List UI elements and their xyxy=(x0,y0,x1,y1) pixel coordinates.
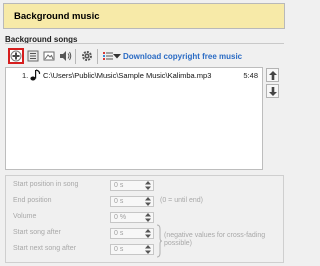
start-position-label: Start position in song xyxy=(13,181,79,188)
settings-button[interactable] xyxy=(79,48,95,64)
section-divider xyxy=(5,43,284,44)
image-icon xyxy=(43,51,55,61)
panel-title: Background music xyxy=(14,11,100,22)
start-position-value: 0 s xyxy=(114,182,124,189)
image-button[interactable] xyxy=(41,48,57,64)
start-position-spinner[interactable]: 0 s xyxy=(110,180,154,191)
start-next-song-after-label: Start next song after xyxy=(13,245,77,252)
start-song-after-value: 0 s xyxy=(114,230,124,237)
song-duration: 5:48 xyxy=(243,71,258,80)
spinner-arrows-icon[interactable] xyxy=(145,213,151,222)
start-song-after-spinner[interactable]: 0 s xyxy=(110,228,154,239)
end-position-label: End position xyxy=(13,197,52,204)
speaker-icon xyxy=(59,51,71,61)
move-up-button[interactable] xyxy=(266,68,279,82)
spinner-arrows-icon[interactable] xyxy=(145,245,151,254)
song-index: 1. xyxy=(22,71,29,80)
move-down-button[interactable] xyxy=(266,84,279,98)
start-next-song-after-spinner[interactable]: 0 s xyxy=(110,244,154,255)
add-song-button[interactable] xyxy=(8,48,24,64)
spinner-arrows-icon[interactable] xyxy=(145,229,151,238)
plus-icon xyxy=(10,50,22,62)
brace-icon xyxy=(156,224,163,260)
list-icon xyxy=(27,50,39,62)
toolbar-separator xyxy=(97,49,98,64)
end-position-note: (0 = until end) xyxy=(160,197,203,204)
chevron-down-icon xyxy=(112,54,121,59)
panel-header: Background music xyxy=(3,3,285,29)
cross-fading-note-continued: possible) xyxy=(164,240,193,247)
volume-spinner[interactable]: 0 % xyxy=(110,212,154,223)
song-toolbar: Download copyright free music xyxy=(5,47,285,67)
volume-button[interactable] xyxy=(57,48,73,64)
gear-icon xyxy=(82,51,92,61)
cross-fading-note: (negative values for cross-fading xyxy=(164,232,266,239)
start-song-after-label: Start song after xyxy=(13,229,61,236)
list-item[interactable]: 1. C:\Users\Public\Music\Sample Music\Ka… xyxy=(6,69,262,83)
end-position-value: 0 s xyxy=(114,198,124,205)
list-view-button[interactable] xyxy=(25,48,41,64)
volume-label: Volume xyxy=(13,213,37,220)
volume-value: 0 % xyxy=(114,214,127,221)
arrow-up-icon xyxy=(268,70,277,80)
end-position-spinner[interactable]: 0 s xyxy=(110,196,154,207)
song-properties-panel: Start position in song 0 s End position … xyxy=(5,175,284,263)
song-list[interactable]: 1. C:\Users\Public\Music\Sample Music\Ka… xyxy=(5,67,263,170)
song-path: C:\Users\Public\Music\Sample Music\Kalim… xyxy=(43,71,212,80)
start-next-song-after-value: 0 s xyxy=(114,246,124,253)
spinner-arrows-icon[interactable] xyxy=(145,197,151,206)
download-music-link[interactable]: Download copyright free music xyxy=(123,52,242,61)
toolbar-separator xyxy=(75,49,76,64)
music-note-icon xyxy=(30,69,41,83)
spinner-arrows-icon[interactable] xyxy=(145,181,151,190)
arrow-down-icon xyxy=(268,86,277,96)
dropdown-button[interactable] xyxy=(111,48,122,64)
